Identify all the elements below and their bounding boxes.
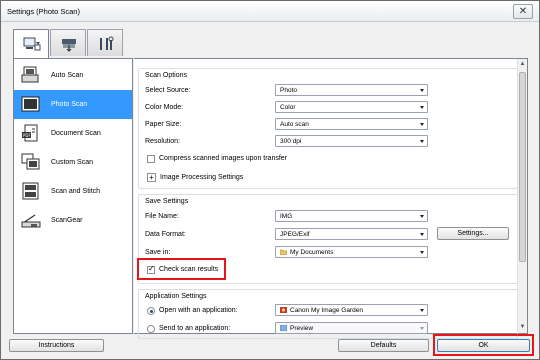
chevron-down-icon bbox=[420, 251, 424, 254]
send-to-application-radio[interactable] bbox=[147, 325, 155, 333]
tab-scan-from-panel[interactable] bbox=[50, 29, 86, 56]
color-mode-label: Color Mode: bbox=[145, 104, 184, 111]
paper-size-value: Auto scan bbox=[280, 121, 309, 128]
scan-from-computer-icon bbox=[23, 37, 41, 51]
svg-text:PDF: PDF bbox=[23, 133, 31, 138]
paper-size-label: Paper Size: bbox=[145, 121, 182, 128]
compress-label: Compress scanned images upon transfer bbox=[159, 155, 288, 162]
scan-options-group: Scan Options Select Source: Photo Color … bbox=[138, 68, 518, 189]
sidebar-item-auto-scan[interactable]: Auto Scan bbox=[14, 61, 132, 90]
select-source-value: Photo bbox=[280, 87, 297, 94]
general-settings-icon bbox=[100, 36, 114, 50]
group-title: Application Settings bbox=[145, 293, 207, 300]
settings-panel: Scan Options Select Source: Photo Color … bbox=[134, 58, 528, 339]
sidebar-item-document-scan[interactable]: PDF Document Scan bbox=[14, 119, 132, 148]
settings-window: Settings (Photo Scan) ✕ Auto Scan Photo … bbox=[0, 0, 540, 360]
folder-icon bbox=[280, 249, 287, 255]
sidebar-item-scan-and-stitch[interactable]: Scan and Stitch bbox=[14, 177, 132, 206]
my-image-garden-icon bbox=[280, 307, 287, 313]
sidebar-item-label: Document Scan bbox=[51, 130, 101, 137]
custom-scan-icon bbox=[21, 153, 40, 170]
expand-image-processing-button[interactable]: + bbox=[147, 173, 156, 182]
tab-general-settings[interactable] bbox=[87, 29, 123, 56]
open-with-application-dropdown[interactable]: Canon My Image Garden bbox=[275, 304, 428, 316]
chevron-down-icon bbox=[420, 89, 424, 92]
photo-scan-icon bbox=[21, 96, 40, 112]
auto-scan-icon bbox=[21, 66, 39, 83]
send-to-application-label: Send to an application: bbox=[159, 325, 231, 332]
tab-scan-from-computer[interactable] bbox=[13, 29, 49, 59]
check-scan-results-highlight bbox=[137, 258, 226, 280]
sidebar-item-photo-scan[interactable]: Photo Scan bbox=[14, 90, 132, 119]
title-bar: Settings (Photo Scan) ✕ bbox=[1, 1, 539, 22]
defaults-button[interactable]: Defaults bbox=[338, 339, 429, 352]
save-in-value: My Documents bbox=[290, 249, 334, 256]
chevron-down-icon bbox=[420, 327, 424, 330]
chevron-down-icon bbox=[420, 106, 424, 109]
file-name-label: File Name: bbox=[145, 213, 179, 220]
preview-app-icon bbox=[280, 325, 287, 331]
image-processing-label[interactable]: Image Processing Settings bbox=[160, 174, 243, 181]
data-format-settings-button[interactable]: Settings... bbox=[437, 227, 509, 240]
sidebar-item-label: Photo Scan bbox=[51, 101, 88, 108]
sidebar-item-scangear[interactable]: ScanGear bbox=[14, 206, 132, 235]
color-mode-value: Color bbox=[280, 104, 296, 111]
data-format-value: JPEG/Exif bbox=[280, 231, 310, 238]
document-scan-icon: PDF bbox=[22, 124, 38, 142]
sidebar-item-custom-scan[interactable]: Custom Scan bbox=[14, 148, 132, 177]
chevron-down-icon bbox=[420, 140, 424, 143]
sidebar-item-label: Auto Scan bbox=[51, 72, 84, 79]
data-format-label: Data Format: bbox=[145, 231, 186, 238]
open-with-application-value: Canon My Image Garden bbox=[290, 307, 363, 314]
file-name-combobox[interactable]: IMG bbox=[275, 210, 428, 222]
resolution-label: Resolution: bbox=[145, 138, 181, 145]
vertical-scrollbar[interactable]: ▲ ▼ bbox=[517, 59, 527, 333]
resolution-dropdown[interactable]: 300 dpi bbox=[275, 135, 428, 147]
sidebar-item-label: ScanGear bbox=[51, 217, 83, 224]
close-button[interactable]: ✕ bbox=[513, 4, 533, 19]
paper-size-dropdown[interactable]: Auto scan bbox=[275, 118, 428, 130]
application-settings-group: Application Settings Open with an applic… bbox=[138, 289, 518, 339]
select-source-dropdown[interactable]: Photo bbox=[275, 84, 428, 96]
chevron-down-icon bbox=[420, 215, 424, 218]
window-title: Settings (Photo Scan) bbox=[7, 7, 80, 16]
file-name-value: IMG bbox=[280, 213, 293, 220]
scroll-down-icon[interactable]: ▼ bbox=[519, 323, 526, 332]
data-format-dropdown[interactable]: JPEG/Exif bbox=[275, 228, 428, 240]
radio-selected-dot bbox=[150, 310, 153, 313]
scan-type-list: Auto Scan Photo Scan PDF Document Scan C… bbox=[13, 58, 133, 334]
scrollbar-thumb[interactable] bbox=[519, 72, 526, 262]
open-with-application-radio[interactable] bbox=[147, 307, 155, 315]
color-mode-dropdown[interactable]: Color bbox=[275, 101, 428, 113]
compress-checkbox[interactable] bbox=[147, 155, 155, 163]
select-source-label: Select Source: bbox=[145, 87, 191, 94]
chevron-down-icon bbox=[420, 233, 424, 236]
group-title: Scan Options bbox=[145, 72, 188, 79]
chevron-down-icon bbox=[420, 309, 424, 312]
open-with-application-label: Open with an application: bbox=[159, 307, 238, 314]
send-to-application-dropdown[interactable]: Preview bbox=[275, 322, 428, 334]
resolution-value: 300 dpi bbox=[280, 138, 302, 145]
chevron-down-icon bbox=[420, 123, 424, 126]
send-to-application-value: Preview bbox=[290, 325, 314, 332]
sidebar-item-label: Custom Scan bbox=[51, 159, 94, 166]
scan-and-stitch-icon bbox=[22, 182, 39, 200]
save-in-dropdown[interactable]: My Documents bbox=[275, 246, 428, 258]
group-title: Save Settings bbox=[145, 198, 189, 205]
sidebar-item-label: Scan and Stitch bbox=[51, 188, 101, 195]
scroll-up-icon[interactable]: ▲ bbox=[519, 60, 526, 69]
instructions-button[interactable]: Instructions bbox=[9, 339, 104, 352]
scangear-icon bbox=[21, 214, 41, 228]
scan-from-panel-icon bbox=[62, 39, 76, 52]
ok-button[interactable]: OK bbox=[437, 339, 530, 352]
save-in-label: Save in: bbox=[145, 249, 171, 256]
